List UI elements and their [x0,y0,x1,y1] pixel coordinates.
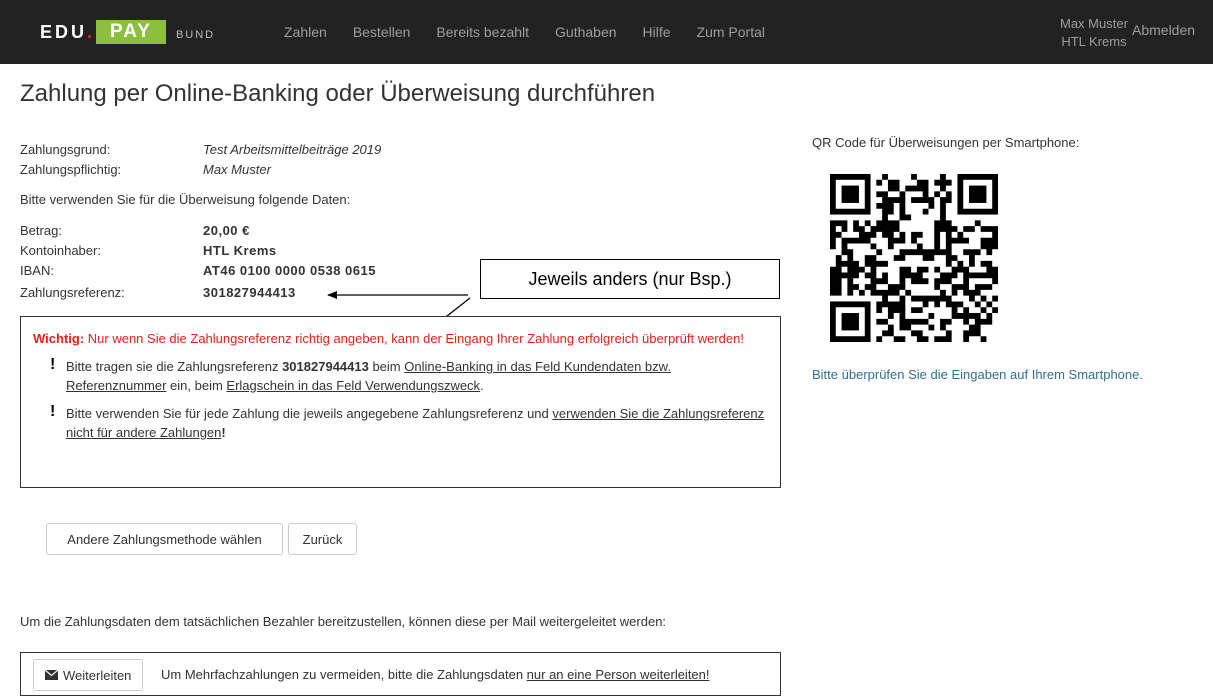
bullet1-text-d: . [480,378,484,393]
bullet1-text-a: Bitte tragen sie die Zahlungsreferenz [66,359,283,374]
forward-box: Weiterleiten Um Mehrfachzahlungen zu ver… [20,652,781,696]
qr-finder-pattern [841,313,859,331]
bullet1-reference: 301827944413 [282,359,369,374]
other-method-button[interactable]: Andere Zahlungsmethode wählen [46,523,283,555]
warning-box: Wichtig: Nur wenn Sie die Zahlungsrefere… [20,316,781,488]
exclamation-icon: ! [50,403,56,420]
forward-button[interactable]: Weiterleiten [33,659,144,691]
bullet1-erlagschein: Erlagschein in das Feld Verwendungszweck [226,378,481,393]
bullet1-text-c: ein, beim [166,378,227,393]
qr-title: QR Code für Überweisungen per Smartphone… [812,135,1080,150]
qr-finder-pattern [841,185,859,203]
forward-button-label: Weiterleiten [63,667,132,683]
bullet2-end: ! [221,425,226,440]
forward-text: Um die Zahlungsdaten dem tatsächlichen B… [20,614,667,629]
qr-hint: Bitte überprüfen Sie die Eingaben auf Ih… [812,367,1143,382]
warning-bullet-1: ! Bitte tragen sie die Zahlungsreferenz … [33,356,768,395]
forward-msg-text: Um Mehrfachzahlungen zu vermeiden, bitte… [161,667,527,682]
bullet1-text-b: beim [368,359,405,374]
warning-text: Nur wenn Sie die Zahlungsreferenz richti… [84,331,744,346]
forward-msg-emphasis: nur an eine Person weiterleiten! [526,667,710,682]
envelope-icon [45,670,58,680]
qr-code-image [830,174,998,342]
qr-finder-pattern [969,185,987,203]
back-button[interactable]: Zurück [288,523,357,555]
warning-headline: Wichtig: Nur wenn Sie die Zahlungsrefere… [33,329,768,348]
forward-message: Um Mehrfachzahlungen zu vermeiden, bitte… [161,667,710,682]
bullet2-text-a: Bitte verwenden Sie für jede Zahlung die… [66,406,553,421]
warning-bullet-2: ! Bitte verwenden Sie für jede Zahlung d… [33,403,768,442]
exclamation-icon: ! [50,356,56,373]
warning-strong: Wichtig: [33,331,85,346]
